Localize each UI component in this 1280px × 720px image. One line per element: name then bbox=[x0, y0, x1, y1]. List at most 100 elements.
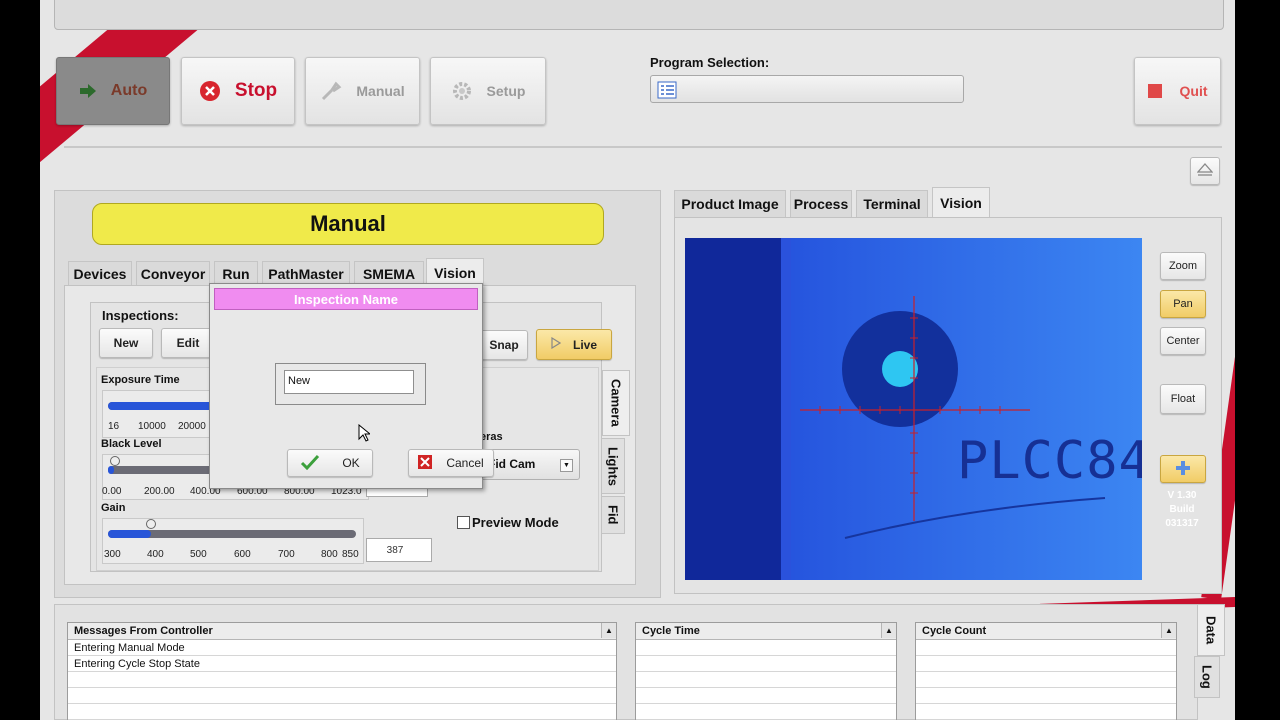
version-info: V 1.30 Build 031317 bbox=[1154, 489, 1210, 531]
gain-tick: 300 bbox=[104, 549, 121, 560]
setup-label: Setup bbox=[486, 83, 526, 99]
tab-run-label: Run bbox=[222, 265, 250, 282]
edit-inspection-button[interactable]: Edit bbox=[161, 328, 215, 358]
auto-button[interactable]: Auto bbox=[56, 57, 170, 125]
plus-icon bbox=[1175, 460, 1191, 479]
gain-tick: 400 bbox=[147, 549, 164, 560]
pan-button[interactable]: Pan bbox=[1160, 290, 1206, 318]
tab-vision[interactable]: Vision bbox=[426, 258, 484, 286]
side-tab-data-label: Data bbox=[1203, 615, 1219, 645]
list-item bbox=[916, 704, 1176, 720]
black-level-label: Black Level bbox=[101, 438, 162, 450]
dialog-ok-label: OK bbox=[342, 456, 360, 470]
snap-label: Snap bbox=[489, 338, 519, 352]
list-item bbox=[916, 688, 1176, 704]
version-build-label: Build bbox=[1169, 504, 1195, 515]
new-inspection-button[interactable]: New bbox=[99, 328, 153, 358]
gain-slider-fill bbox=[108, 530, 151, 538]
gain-slider-thumb[interactable] bbox=[146, 519, 156, 529]
tab-conveyor[interactable]: Conveyor bbox=[136, 261, 210, 285]
side-tab-log-label: Log bbox=[1199, 665, 1215, 689]
live-button[interactable]: Live bbox=[536, 329, 612, 360]
tab-vision-image[interactable]: Vision bbox=[932, 187, 990, 218]
tab-smema[interactable]: SMEMA bbox=[354, 261, 424, 285]
gain-value: 387 bbox=[386, 544, 404, 556]
float-button[interactable]: Float bbox=[1160, 384, 1206, 414]
stop-label: Stop bbox=[234, 80, 278, 101]
inspection-name-input[interactable]: New bbox=[284, 370, 414, 394]
top-bar bbox=[54, 0, 1224, 30]
setup-button[interactable]: Setup bbox=[430, 57, 546, 125]
side-tab-camera-label: Camera bbox=[608, 379, 624, 427]
side-tab-lights-label: Lights bbox=[605, 446, 621, 486]
check-icon bbox=[300, 454, 320, 473]
black-level-tick: 200.00 bbox=[144, 486, 175, 497]
exposure-tick: 20000 bbox=[178, 421, 206, 432]
list-item bbox=[68, 704, 616, 720]
tab-pathmaster[interactable]: PathMaster bbox=[262, 261, 350, 285]
mouse-cursor-icon bbox=[358, 423, 372, 445]
app-window: Auto Stop Manual Setup Program Selection… bbox=[40, 0, 1235, 720]
tab-product-image-label: Product Image bbox=[681, 196, 779, 212]
tab-pathmaster-label: PathMaster bbox=[268, 265, 344, 282]
gain-tick: 500 bbox=[190, 549, 207, 560]
side-tab-data[interactable]: Data bbox=[1197, 604, 1225, 656]
wrench-icon bbox=[320, 80, 342, 102]
cycle-time-header: Cycle Time ▲ bbox=[636, 623, 896, 640]
cycle-count-list[interactable]: Cycle Count ▲ bbox=[915, 622, 1177, 720]
arrow-right-icon bbox=[79, 84, 97, 98]
mode-title-banner: Manual bbox=[92, 203, 604, 245]
side-tab-camera[interactable]: Camera bbox=[602, 370, 630, 436]
cycle-time-header-label: Cycle Time bbox=[642, 625, 700, 637]
dialog-title: Inspection Name bbox=[293, 291, 399, 307]
tab-product-image[interactable]: Product Image bbox=[674, 190, 786, 217]
gain-value-input[interactable]: 387 bbox=[366, 538, 432, 562]
snap-button[interactable]: Snap bbox=[480, 330, 528, 360]
add-button[interactable] bbox=[1160, 455, 1206, 483]
image-plcc84-text: PLCC84 bbox=[957, 431, 1142, 491]
pan-label: Pan bbox=[1173, 298, 1193, 310]
center-button[interactable]: Center bbox=[1160, 327, 1206, 355]
camera-select[interactable]: Fid Cam ▼ bbox=[480, 449, 580, 480]
cameras-label: eras bbox=[480, 431, 503, 443]
gear-icon bbox=[451, 80, 473, 102]
dialog-ok-button[interactable]: OK bbox=[287, 449, 373, 477]
stop-button[interactable]: Stop bbox=[181, 57, 295, 125]
tab-devices[interactable]: Devices bbox=[68, 261, 132, 285]
inspection-name-input-frame: New bbox=[275, 363, 426, 405]
tab-vision-image-label: Vision bbox=[940, 195, 982, 211]
tab-terminal[interactable]: Terminal bbox=[856, 190, 928, 217]
zoom-button[interactable]: Zoom bbox=[1160, 252, 1206, 280]
program-selection-dropdown[interactable] bbox=[650, 75, 964, 103]
side-tab-log[interactable]: Log bbox=[1194, 656, 1220, 698]
cycle-time-list[interactable]: Cycle Time ▲ bbox=[635, 622, 897, 720]
manual-button[interactable]: Manual bbox=[305, 57, 420, 125]
dialog-cancel-button[interactable]: Cancel bbox=[408, 449, 494, 477]
scroll-up-icon[interactable]: ▲ bbox=[1161, 623, 1176, 638]
collapse-button[interactable] bbox=[1190, 157, 1220, 185]
side-tab-fid[interactable]: Fid bbox=[601, 496, 625, 534]
tab-vision-label: Vision bbox=[434, 264, 476, 281]
list-item bbox=[636, 656, 896, 672]
scroll-up-icon[interactable]: ▲ bbox=[601, 623, 616, 638]
zoom-label: Zoom bbox=[1168, 260, 1198, 272]
version-number: V 1.30 bbox=[1167, 490, 1197, 501]
edit-inspection-label: Edit bbox=[176, 336, 200, 350]
tab-run[interactable]: Run bbox=[214, 261, 258, 285]
auto-label: Auto bbox=[110, 82, 148, 99]
black-level-slider-fill bbox=[108, 466, 114, 474]
list-item bbox=[68, 672, 616, 688]
tab-process[interactable]: Process bbox=[790, 190, 852, 217]
messages-header-label: Messages From Controller bbox=[74, 625, 213, 637]
messages-list[interactable]: Messages From Controller ▲ Entering Manu… bbox=[67, 622, 617, 720]
list-item: Entering Cycle Stop State bbox=[68, 656, 616, 672]
quit-button[interactable]: Quit bbox=[1134, 57, 1221, 125]
black-level-slider-thumb[interactable] bbox=[110, 456, 120, 466]
tab-conveyor-label: Conveyor bbox=[140, 265, 206, 282]
camera-image[interactable]: PLCC84 bbox=[685, 238, 1142, 580]
float-label: Float bbox=[1170, 393, 1196, 405]
scroll-up-icon[interactable]: ▲ bbox=[881, 623, 896, 638]
side-tab-lights[interactable]: Lights bbox=[601, 438, 625, 494]
cycle-count-header-label: Cycle Count bbox=[922, 625, 987, 637]
preview-mode-checkbox[interactable] bbox=[457, 516, 470, 529]
